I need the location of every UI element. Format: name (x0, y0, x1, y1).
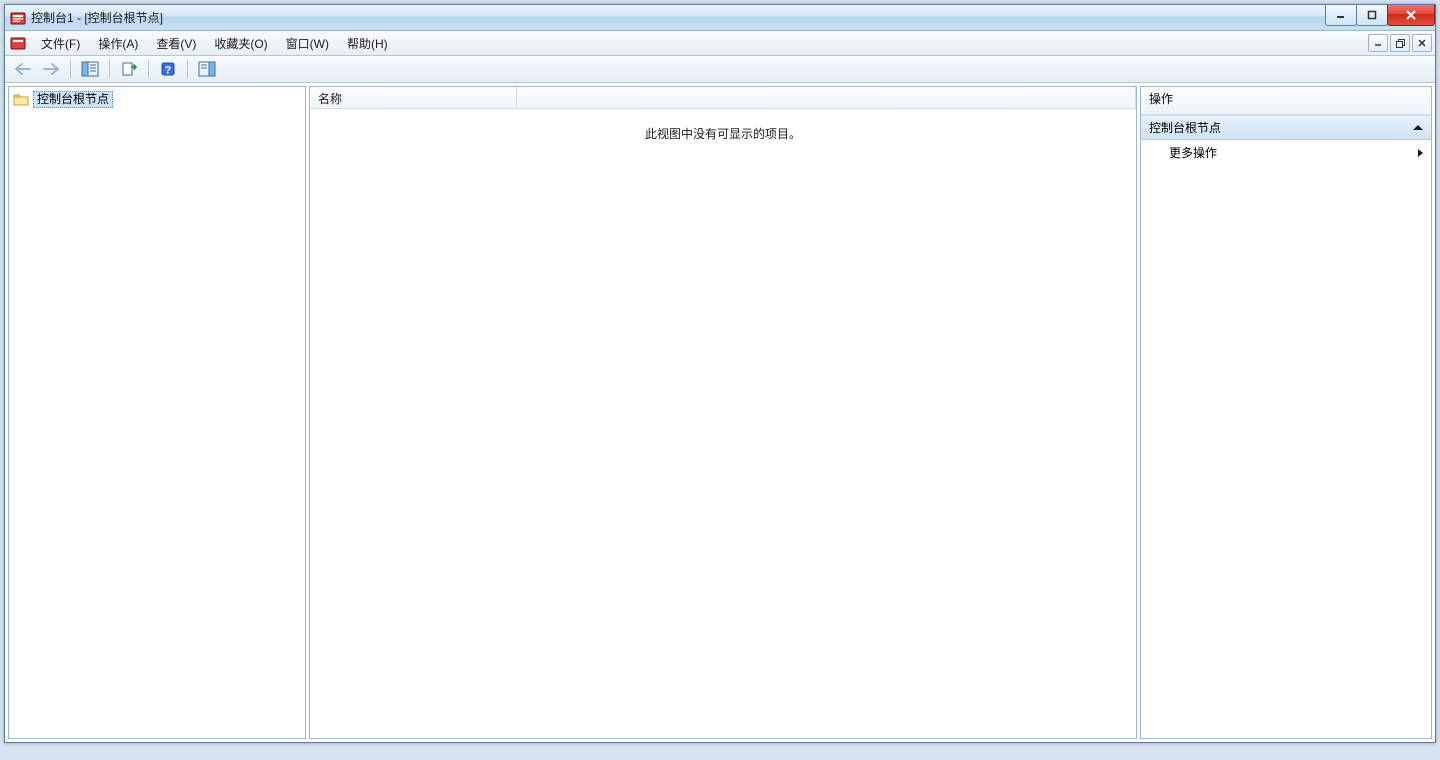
mdi-restore-button[interactable] (1390, 34, 1410, 52)
menu-view[interactable]: 查看(V) (147, 32, 205, 55)
tree-root-label: 控制台根节点 (33, 91, 113, 108)
window-title: 控制台1 - [控制台根节点] (31, 9, 163, 26)
help-button[interactable]: ? (156, 57, 180, 81)
column-header-name[interactable]: 名称 (310, 87, 517, 108)
actions-more-label: 更多操作 (1169, 144, 1217, 161)
body-split: 控制台根节点 名称 此视图中没有可显示的项目。 操作 控制台根节点 更多操作 (5, 83, 1435, 742)
collapse-icon (1413, 125, 1423, 130)
mmc-document-icon (10, 35, 26, 51)
show-hide-action-pane-button[interactable] (195, 57, 219, 81)
menu-file[interactable]: 文件(F) (32, 32, 89, 55)
menu-bar: 文件(F) 操作(A) 查看(V) 收藏夹(O) 窗口(W) 帮助(H) (5, 31, 1435, 56)
forward-button[interactable] (39, 57, 63, 81)
list-pane[interactable]: 名称 此视图中没有可显示的项目。 (309, 86, 1137, 739)
toolbar-separator (187, 60, 188, 78)
actions-group-header[interactable]: 控制台根节点 (1141, 115, 1431, 140)
menu-action[interactable]: 操作(A) (89, 32, 147, 55)
toolbar-separator (148, 60, 149, 78)
mdi-close-button[interactable] (1412, 34, 1432, 52)
actions-group-label: 控制台根节点 (1149, 119, 1221, 136)
empty-message: 此视图中没有可显示的项目。 (310, 109, 1136, 142)
maximize-button[interactable] (1356, 5, 1388, 26)
menu-help[interactable]: 帮助(H) (338, 32, 397, 55)
mmc-window: 控制台1 - [控制台根节点] 文件(F) 操作(A) 查看(V) 收藏夹(O) (4, 4, 1436, 743)
folder-icon (13, 91, 29, 107)
menu-window[interactable]: 窗口(W) (277, 32, 338, 55)
mdi-buttons (1366, 34, 1432, 52)
toolbar-separator (70, 60, 71, 78)
actions-more[interactable]: 更多操作 (1141, 140, 1431, 165)
minimize-button[interactable] (1325, 5, 1357, 26)
actions-pane: 操作 控制台根节点 更多操作 (1140, 86, 1432, 739)
toolbar: ? (5, 56, 1435, 83)
column-header-spacer[interactable] (517, 87, 1136, 108)
show-hide-tree-button[interactable] (78, 57, 102, 81)
tree-root-node[interactable]: 控制台根节点 (13, 90, 305, 108)
mmc-app-icon (10, 10, 26, 26)
svg-text:?: ? (165, 65, 172, 77)
chevron-right-icon (1418, 149, 1423, 157)
export-list-button[interactable] (117, 57, 141, 81)
window-buttons (1326, 5, 1435, 25)
back-button[interactable] (11, 57, 35, 81)
menu-fav[interactable]: 收藏夹(O) (205, 32, 276, 55)
mdi-minimize-button[interactable] (1368, 34, 1388, 52)
close-button[interactable] (1387, 5, 1435, 26)
tree-pane[interactable]: 控制台根节点 (8, 86, 306, 739)
title-bar[interactable]: 控制台1 - [控制台根节点] (5, 5, 1435, 31)
toolbar-separator (109, 60, 110, 78)
actions-pane-title: 操作 (1141, 87, 1431, 115)
list-header: 名称 (310, 87, 1136, 109)
